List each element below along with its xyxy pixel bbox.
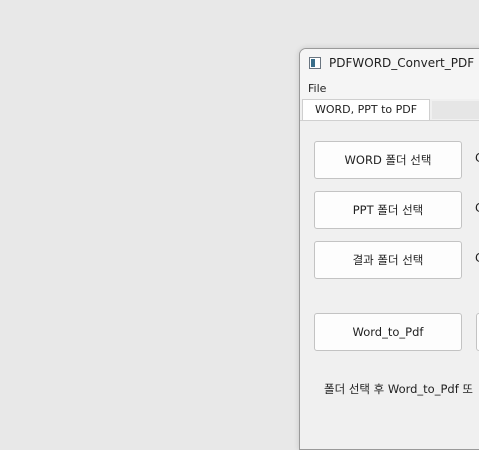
result-folder-path-label: C: [475, 251, 479, 265]
app-window: PDFWORD_Convert_PDF File WORD, PPT to PD…: [299, 48, 479, 450]
result-folder-select-button[interactable]: 결과 폴더 선택: [314, 241, 462, 279]
ppt-folder-path-label: C: [475, 201, 479, 215]
window-title: PDFWORD_Convert_PDF: [329, 56, 475, 70]
menu-bar: File: [300, 79, 479, 99]
word-folder-select-button[interactable]: WORD 폴더 선택: [314, 141, 462, 179]
title-bar[interactable]: PDFWORD_Convert_PDF: [300, 49, 479, 79]
word-folder-path-label: C: [475, 151, 479, 165]
tab-panel: WORD 폴더 선택 C PPT 폴더 선택 C 결과 폴더 선택 C Word…: [302, 121, 479, 449]
tab-bar: WORD, PPT to PDF: [300, 99, 479, 121]
ppt-folder-select-button[interactable]: PPT 폴더 선택: [314, 191, 462, 229]
tab-word-ppt-to-pdf[interactable]: WORD, PPT to PDF: [302, 99, 430, 120]
app-window-icon: [309, 57, 321, 69]
instruction-text: 폴더 선택 후 Word_to_Pdf 또: [324, 382, 473, 396]
tab-bar-empty: [432, 101, 479, 119]
menu-file[interactable]: File: [308, 82, 326, 95]
word-to-pdf-button[interactable]: Word_to_Pdf: [314, 313, 462, 351]
